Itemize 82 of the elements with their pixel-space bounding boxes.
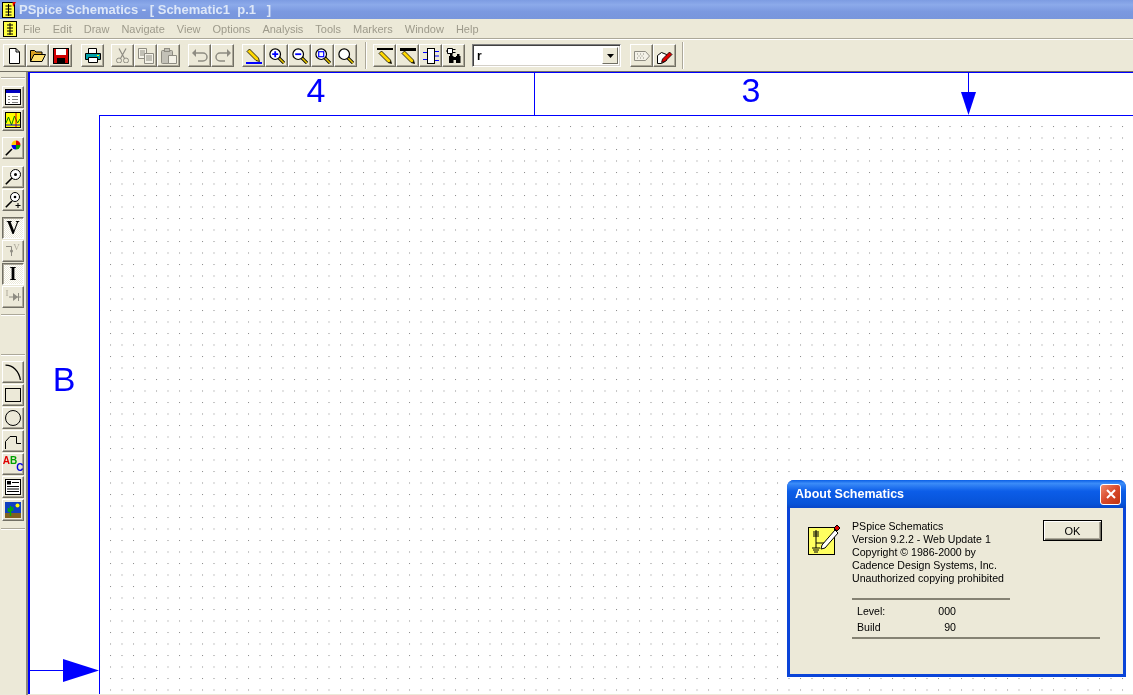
- polyline-icon: [5, 433, 21, 449]
- zoom-out-icon: [291, 47, 308, 64]
- info-value: 90: [943, 620, 956, 635]
- edit-button[interactable]: [653, 44, 676, 67]
- window-list-icon: [5, 89, 21, 105]
- about-text-line: Cadence Design Systems, Inc.: [852, 559, 998, 572]
- text-frame-icon: [5, 479, 21, 495]
- about-text-line: Copyright © 1986-2000 by: [852, 546, 977, 559]
- probe-plus-button[interactable]: [2, 189, 24, 211]
- waveform-button[interactable]: [2, 109, 24, 131]
- circle-button[interactable]: [2, 407, 24, 429]
- pencil-line-button[interactable]: [373, 44, 396, 67]
- picture-button[interactable]: [2, 499, 24, 521]
- open-button[interactable]: [26, 44, 49, 67]
- plug-binoculars-icon: [446, 48, 461, 63]
- app-icon: [2, 1, 16, 18]
- scissors-icon: [115, 47, 130, 64]
- arc-button[interactable]: [2, 361, 24, 383]
- new-file-icon: [9, 47, 20, 64]
- zone-label: 4: [306, 72, 326, 109]
- color-probe-icon: [5, 140, 21, 156]
- voltage-button[interactable]: V: [2, 217, 24, 239]
- rectangle-icon: [5, 388, 21, 402]
- rectangle-button[interactable]: [2, 384, 24, 406]
- zoom-button[interactable]: [334, 44, 357, 67]
- pencil-underline-icon: [245, 47, 262, 64]
- block-pins-icon: [422, 47, 439, 64]
- zone-label: B: [52, 360, 76, 398]
- window-list-button[interactable]: [2, 86, 24, 108]
- window-title: PSpice Schematics - [ Schematic1 p.1 ]: [19, 2, 272, 17]
- draw-button[interactable]: [242, 44, 265, 67]
- two-pages-icon: [137, 47, 154, 64]
- probe-button[interactable]: [2, 166, 24, 188]
- text-frame-button[interactable]: [2, 476, 24, 498]
- close-icon: [1105, 489, 1116, 499]
- diode-icon: [8, 293, 21, 301]
- print-button[interactable]: [81, 44, 104, 67]
- redo-icon: [214, 49, 231, 62]
- info-label: Level:: [857, 604, 887, 619]
- about-text-line: Unauthorized copying prohibited: [852, 572, 1005, 585]
- text-button[interactable]: ABC: [2, 453, 24, 475]
- step-line-icon: [6, 246, 14, 256]
- probe-plus-icon: [5, 192, 21, 208]
- info-label: Build: [857, 620, 882, 635]
- pencil-line-icon: [376, 47, 393, 64]
- zoom-area-button[interactable]: [311, 44, 334, 67]
- ok-button[interactable]: OK: [1043, 520, 1102, 541]
- about-text-line: PSpice Schematics: [852, 520, 945, 533]
- waveform-icon: [5, 112, 21, 128]
- clipboard-icon: [160, 47, 177, 64]
- note-pencil-icon: [808, 523, 840, 555]
- pencil-bar-icon: [399, 47, 416, 64]
- new-button[interactable]: [3, 44, 26, 67]
- binoculars-button[interactable]: [442, 44, 465, 67]
- tag-icon: [633, 50, 650, 61]
- close-button[interactable]: [1100, 483, 1121, 505]
- zoom-in-button[interactable]: [265, 44, 288, 67]
- polyline-button[interactable]: [2, 430, 24, 452]
- part-name-combo[interactable]: r: [472, 44, 621, 67]
- magnifier-icon: [337, 47, 354, 64]
- caret-icon: [606, 53, 614, 58]
- undo-icon: [191, 49, 208, 62]
- magnifier-square-icon: [314, 47, 331, 64]
- pencil-bar-button[interactable]: [396, 44, 419, 67]
- save-button[interactable]: [49, 44, 72, 67]
- zone-label: 3: [741, 72, 761, 109]
- probe-icon: [5, 169, 21, 185]
- document-icon: [3, 20, 17, 37]
- arc-icon: [5, 364, 21, 380]
- current-button[interactable]: I: [2, 263, 24, 285]
- dialog-title: About Schematics: [795, 487, 905, 501]
- zoom-in-icon: [268, 47, 285, 64]
- about-text-line: Version 9.2.2 - Web Update 1: [852, 533, 992, 546]
- landscape-icon: [5, 502, 21, 518]
- dropdown-button[interactable]: [602, 47, 618, 64]
- block-button[interactable]: [419, 44, 442, 67]
- open-folder-icon: [29, 49, 46, 62]
- color-probe-button[interactable]: [2, 137, 24, 159]
- printer-icon: [84, 48, 101, 63]
- zoom-out-button[interactable]: [288, 44, 311, 67]
- circle-icon: [5, 410, 21, 426]
- info-value: 000: [937, 604, 956, 619]
